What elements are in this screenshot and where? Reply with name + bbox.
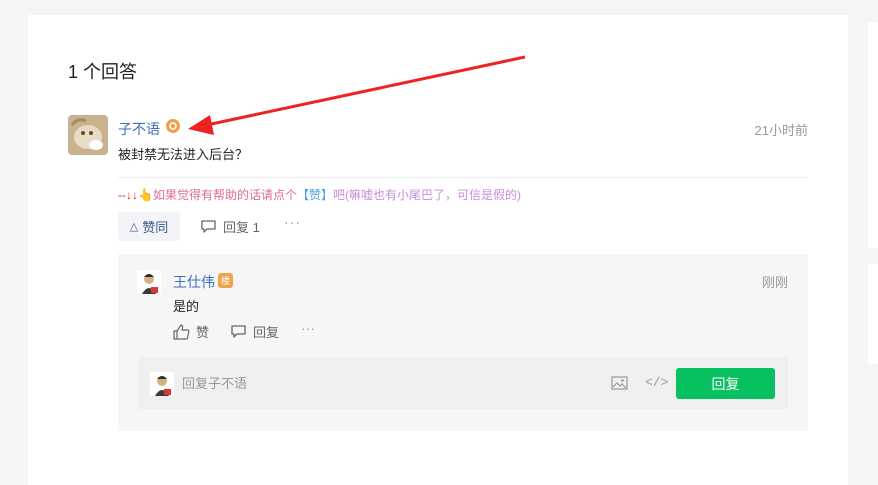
annotation-arrow (188, 55, 526, 135)
